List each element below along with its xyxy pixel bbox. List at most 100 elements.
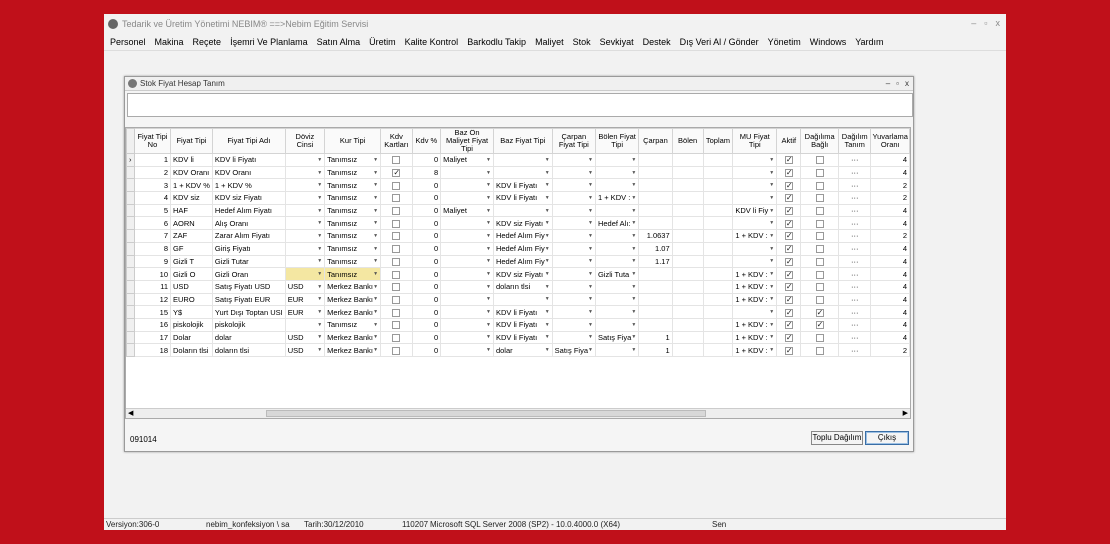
- menu-item[interactable]: Destek: [643, 37, 671, 47]
- menu-item[interactable]: Personel: [110, 37, 146, 47]
- cell-divider[interactable]: [671, 216, 704, 231]
- checkbox[interactable]: [392, 194, 401, 203]
- dropdown-arrow-icon[interactable]: ▼: [769, 170, 774, 176]
- checkbox[interactable]: [392, 181, 401, 190]
- column-header[interactable]: Bölen Fiyat Tipi: [594, 128, 640, 154]
- cell-price-type[interactable]: AORN: [170, 216, 213, 231]
- cell-distribution-linked[interactable]: [800, 153, 839, 167]
- column-header[interactable]: Baz Fiyat Tipi: [492, 128, 553, 154]
- cell-currency[interactable]: ▼: [284, 191, 326, 205]
- cell-base-cost-type[interactable]: ▼: [440, 267, 494, 281]
- checkbox[interactable]: [392, 219, 401, 228]
- bulk-distribution-button[interactable]: Toplu Dağılım: [811, 431, 863, 445]
- column-header[interactable]: Fiyat Tipi No: [133, 128, 172, 154]
- cell-active[interactable]: [776, 267, 802, 281]
- cell-distribution-def[interactable]: ···: [837, 267, 872, 281]
- row-selector[interactable]: ›: [126, 153, 135, 167]
- checkbox[interactable]: [392, 207, 401, 216]
- maximize-icon[interactable]: ▫: [984, 18, 987, 28]
- cell-active[interactable]: [776, 254, 802, 269]
- cell-base-price-type[interactable]: Hedef Alım Fiy ▼: [492, 254, 553, 269]
- cell-total[interactable]: [702, 153, 734, 167]
- cell-distribution-linked[interactable]: [800, 203, 839, 218]
- cell-no[interactable]: 16: [133, 317, 172, 332]
- cell-divider-type[interactable]: ▼: [594, 229, 640, 243]
- checkbox[interactable]: [815, 169, 824, 178]
- cell-rate-type[interactable]: Tanımsız ▼: [324, 153, 382, 167]
- cell-multiplier-type[interactable]: ▼: [551, 254, 596, 269]
- dropdown-arrow-icon[interactable]: ▼: [631, 347, 636, 353]
- cell-price-name[interactable]: Giriş Fiyatı: [211, 241, 286, 256]
- cell-divider-type[interactable]: ▼: [594, 153, 640, 167]
- cell-distribution-def[interactable]: ···: [837, 317, 872, 332]
- dropdown-arrow-icon[interactable]: ▼: [486, 347, 491, 353]
- cell-rounding[interactable]: 4: [870, 279, 910, 294]
- cell-distribution-def[interactable]: ···: [837, 191, 872, 205]
- cell-rate-type[interactable]: Merkez Bankı ▼: [324, 330, 382, 345]
- table-row[interactable]: 11 USD Satış Fiyatı USD USD ▼ Merkez Bankı ▼ 0 ▼…: [126, 279, 910, 294]
- dropdown-arrow-icon[interactable]: ▼: [486, 334, 491, 340]
- dropdown-arrow-icon[interactable]: ▼: [588, 271, 593, 277]
- cell-total[interactable]: [702, 203, 734, 218]
- checkbox[interactable]: [392, 308, 401, 317]
- dropdown-arrow-icon[interactable]: ▼: [317, 246, 322, 252]
- dropdown-arrow-icon[interactable]: ▼: [588, 233, 593, 239]
- cell-active[interactable]: [776, 153, 802, 167]
- cell-vat-rate[interactable]: 0: [411, 241, 442, 256]
- checkbox[interactable]: [784, 181, 793, 190]
- cell-base-cost-type[interactable]: ▼: [440, 165, 494, 180]
- checkbox[interactable]: [784, 346, 793, 355]
- cell-currency[interactable]: ▼: [284, 178, 326, 193]
- cell-base-cost-type[interactable]: Maliyet ▼: [440, 203, 494, 218]
- dropdown-arrow-icon[interactable]: ▼: [588, 334, 593, 340]
- column-header[interactable]: Kur Tipi: [324, 128, 382, 154]
- dropdown-arrow-icon[interactable]: ▼: [545, 233, 550, 239]
- cell-currency[interactable]: EUR ▼: [284, 305, 326, 319]
- cell-vat-cards[interactable]: [380, 279, 413, 294]
- dropdown-arrow-icon[interactable]: ▼: [545, 296, 550, 302]
- cell-rounding[interactable]: 4: [870, 254, 910, 269]
- checkbox[interactable]: [784, 168, 793, 178]
- row-selector[interactable]: [126, 216, 135, 231]
- cell-currency[interactable]: ▼: [284, 267, 326, 281]
- dropdown-arrow-icon[interactable]: ▼: [317, 284, 322, 290]
- cell-divider[interactable]: [671, 203, 704, 218]
- dropdown-arrow-icon[interactable]: ▼: [317, 309, 322, 315]
- cell-price-name[interactable]: 1 + KDV %: [211, 178, 286, 193]
- cell-no[interactable]: 17: [133, 330, 172, 345]
- cell-divider-type[interactable]: ▼: [594, 292, 640, 307]
- cell-multiplier[interactable]: [638, 305, 673, 319]
- cell-no[interactable]: 6: [133, 216, 172, 231]
- table-row[interactable]: 2KDV OranıKDV Oranı▼Tanımsız▼8▼▼▼▼▼···4: [126, 165, 910, 180]
- menu-item[interactable]: Barkodlu Takip: [467, 37, 526, 47]
- table-row[interactable]: 16 piskolojik piskolojik ▼ Tanımsız ▼ 0 ▼ KDV li…: [126, 317, 910, 332]
- dropdown-arrow-icon[interactable]: ▼: [545, 208, 550, 214]
- cell-base-cost-type[interactable]: ▼: [440, 241, 494, 256]
- dropdown-arrow-icon[interactable]: ▼: [486, 233, 491, 239]
- dialog-minimize-icon[interactable]: –: [886, 79, 890, 88]
- cell-divider-type[interactable]: Gizli Tuta ▼: [594, 267, 640, 281]
- cell-multiplier[interactable]: [638, 292, 673, 307]
- cell-currency[interactable]: ▼: [284, 203, 326, 218]
- dropdown-arrow-icon[interactable]: ▼: [631, 195, 636, 201]
- cell-divider[interactable]: [671, 343, 704, 357]
- cell-active[interactable]: [776, 191, 802, 205]
- horizontal-scrollbar[interactable]: ◀ ▶: [126, 408, 910, 418]
- cell-vat-cards[interactable]: [380, 292, 413, 307]
- cell-total[interactable]: [702, 305, 734, 319]
- dropdown-arrow-icon[interactable]: ▼: [588, 258, 593, 264]
- cell-divider[interactable]: [671, 330, 704, 345]
- checkbox[interactable]: [815, 308, 824, 317]
- cell-active[interactable]: [776, 216, 802, 231]
- dropdown-arrow-icon[interactable]: ▼: [588, 284, 593, 290]
- cell-rate-type[interactable]: Tanımsız ▼: [324, 165, 382, 180]
- dropdown-arrow-icon[interactable]: ▼: [545, 157, 550, 163]
- cell-base-price-type[interactable]: ▼: [492, 203, 553, 218]
- checkbox[interactable]: [784, 244, 793, 254]
- menu-item[interactable]: Stok: [573, 37, 591, 47]
- column-header[interactable]: Çarpan Fiyat Tipi: [551, 128, 596, 154]
- cell-active[interactable]: [776, 305, 802, 319]
- cell-currency[interactable]: USD ▼: [284, 279, 326, 294]
- cell-price-type[interactable]: Doların tlsi: [170, 343, 213, 357]
- checkbox[interactable]: [815, 207, 824, 216]
